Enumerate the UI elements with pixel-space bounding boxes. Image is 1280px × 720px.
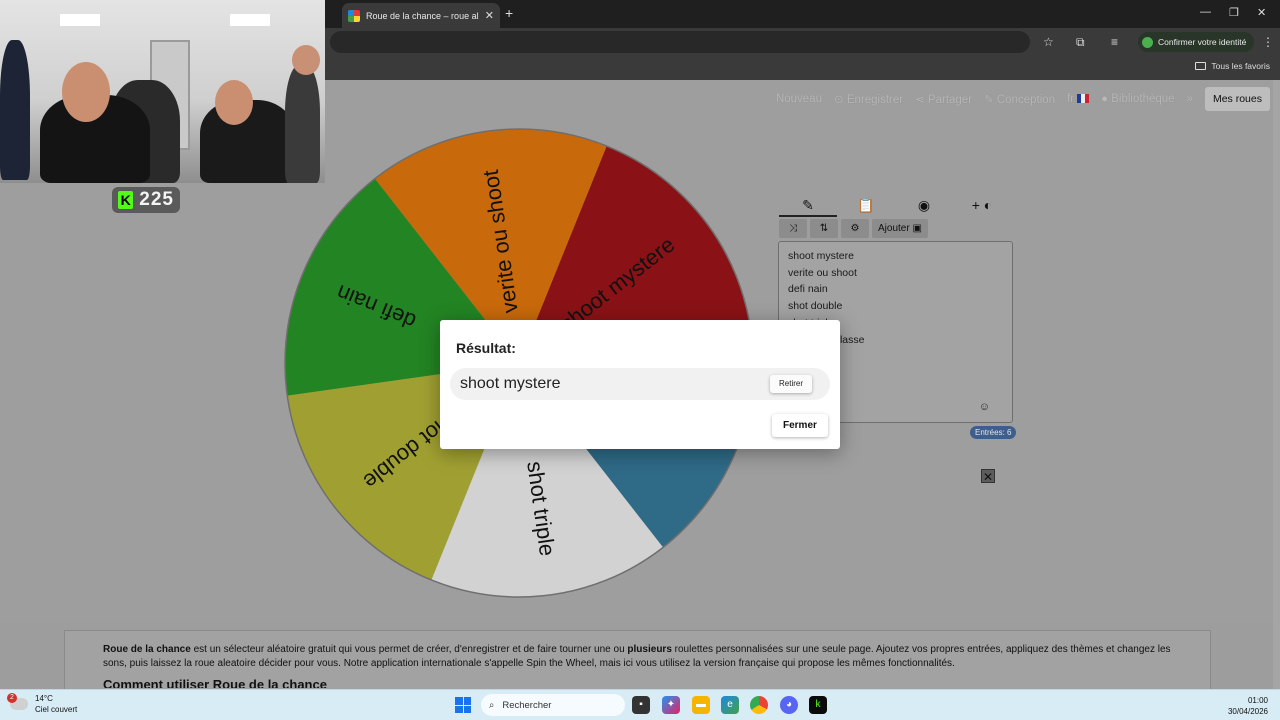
design-label: Conception (996, 94, 1056, 106)
design-link[interactable]: ✎ Conception (984, 92, 1055, 106)
confirm-identity-button[interactable]: Confirmer votre identité (1138, 32, 1255, 52)
all-favorites-label: Tous les favoris (1211, 61, 1270, 71)
search-placeholder: Rechercher (502, 699, 552, 711)
my-wheels-button[interactable]: Mes roues (1204, 87, 1270, 111)
windows-start-icon[interactable] (455, 697, 471, 713)
entry-line: defi nain (788, 283, 828, 296)
settings-button[interactable]: ⚙ (841, 219, 869, 238)
bookmark-star-icon[interactable]: ☆ (1043, 35, 1054, 49)
viewer-count: 225 (139, 189, 174, 210)
url-input[interactable] (330, 31, 1030, 53)
discord-icon[interactable]: ◕ (780, 696, 798, 714)
info-section: Roue de la chance est un sélecteur aléat… (64, 630, 1211, 690)
info-text-a: est un sélecteur aléatoire gratuit qui v… (190, 644, 628, 655)
tab-results[interactable]: 📋 (837, 195, 895, 217)
file-explorer-icon[interactable]: ▬ (692, 696, 710, 714)
confirm-identity-label: Confirmer votre identité (1158, 37, 1247, 47)
new-tab-icon[interactable]: + (505, 5, 513, 21)
close-window-icon[interactable]: ✕ (1257, 6, 1266, 19)
chrome-icon[interactable] (750, 696, 768, 714)
system-clock[interactable]: 01:00 30/04/2026 (1228, 695, 1268, 717)
weather-condition: Ciel couvert (35, 705, 78, 714)
all-favorites-button[interactable]: Tous les favoris (1195, 61, 1270, 71)
add-image-button[interactable]: Ajouter ▣ (872, 219, 928, 238)
profile-avatar-icon (1142, 36, 1153, 48)
webcam-overlay (0, 0, 325, 183)
entry-line: shot double (788, 300, 843, 313)
clipboard-icon: 📋 (857, 197, 875, 213)
cloud-icon: 2 (7, 693, 28, 710)
search-icon: ⌕ (489, 699, 495, 711)
tab-title: Roue de la chance – roue aléatoire (366, 10, 479, 21)
dialog-title: Résultat: (456, 340, 516, 356)
restore-icon[interactable]: ❐ (1229, 6, 1239, 19)
notification-badge: 2 (7, 693, 17, 703)
entries-count-badge: Entrées: 6 (970, 426, 1017, 439)
tab-favicon-icon (348, 9, 360, 22)
info-paragraph: Roue de la chance est un sélecteur aléat… (103, 643, 1172, 670)
close-tab-icon[interactable]: ✕ (485, 9, 494, 22)
pencil-icon: ✎ (802, 197, 814, 213)
taskbar: 2 14°C Ciel couvert ⌕ Rechercher ▪ ✦ ▬ e… (0, 689, 1280, 720)
more-arrow-icon[interactable]: » (1187, 93, 1193, 105)
result-dialog: Résultat: shoot mystere Retirer Fermer (440, 320, 840, 449)
language-label: fr (1067, 93, 1075, 105)
image-icon: ▣ (912, 223, 922, 234)
french-flag-icon (1077, 94, 1090, 104)
info-heading: Comment utiliser Roue de la chance (103, 678, 327, 688)
close-button[interactable]: Fermer (772, 414, 828, 437)
share-label: Partager (927, 94, 973, 106)
sort-button[interactable]: ⇅ (810, 219, 838, 238)
folder-icon (1195, 62, 1207, 70)
page-scrollbar[interactable] (1273, 80, 1280, 690)
extensions-icon[interactable]: ⧉ (1076, 35, 1085, 50)
tab-hide[interactable]: ◉ (895, 195, 953, 217)
result-row: shoot mystere Retirer (450, 368, 830, 400)
kick-logo-icon: K (118, 191, 134, 209)
taskbar-search[interactable]: ⌕ Rechercher (481, 694, 625, 716)
close-icon[interactable]: ✕ (981, 469, 995, 484)
panel-toolbar: ⤨ ⇅ ⚙ Ajouter ▣ (779, 219, 928, 238)
copilot-icon[interactable]: ✦ (662, 696, 680, 714)
temperature: 14°C (35, 694, 53, 703)
kick-app-icon[interactable]: k (809, 696, 827, 714)
info-brand: Roue de la chance (103, 644, 191, 655)
tab-edit[interactable]: ✎ (779, 195, 837, 217)
shuffle-button[interactable]: ⤨ (779, 219, 807, 238)
tab-add-theme[interactable]: + ◐ (953, 195, 1011, 217)
library-link[interactable]: ● Bibliothèque (1101, 93, 1174, 105)
task-view-icon[interactable]: ▪ (632, 696, 650, 714)
library-label: Bibliothèque (1111, 93, 1175, 105)
entry-line: shoot mystere (788, 250, 854, 262)
save-link[interactable]: ⊙ Enregistrer (834, 92, 903, 106)
add-theme-icon: + ◐ (971, 197, 993, 213)
panel-tabs: ✎ 📋 ◉ + ◐ (779, 195, 1011, 217)
new-wheel-link[interactable]: Nouveau (776, 93, 822, 105)
top-navigation: Nouveau ⊙ Enregistrer ⋖ Partager ✎ Conce… (776, 87, 1270, 111)
edge-icon[interactable]: e (721, 696, 739, 714)
shuffle-icon: ⤨ (789, 223, 797, 234)
weather-widget[interactable]: 2 14°C Ciel couvert (7, 693, 78, 715)
share-link[interactable]: ⋖ Partager (915, 92, 972, 106)
save-label: Enregistrer (846, 94, 904, 106)
minimize-icon[interactable]: — (1200, 6, 1211, 18)
browser-menu-icon[interactable]: ⋮ (1262, 35, 1274, 49)
browser-tab[interactable]: Roue de la chance – roue aléatoire ✕ (342, 3, 500, 28)
remove-button[interactable]: Retirer (770, 375, 813, 393)
result-text: shoot mystere (460, 375, 561, 392)
info-text-bold: plusieurs (627, 644, 672, 655)
entry-line: verite ou shoot (788, 266, 857, 279)
reading-list-icon[interactable]: ≡ (1111, 35, 1118, 49)
sort-icon: ⇅ (819, 223, 829, 234)
clock-date: 30/04/2026 (1227, 707, 1268, 716)
eye-off-icon: ◉ (917, 197, 931, 213)
language-selector[interactable]: fr (1067, 93, 1090, 105)
gear-icon: ⚙ (850, 223, 860, 234)
emoji-picker-icon[interactable]: ☺ (979, 401, 990, 413)
kick-viewer-badge: K 225 (112, 187, 180, 213)
clock-time: 01:00 (1247, 696, 1268, 705)
add-image-label: Ajouter (878, 223, 910, 234)
